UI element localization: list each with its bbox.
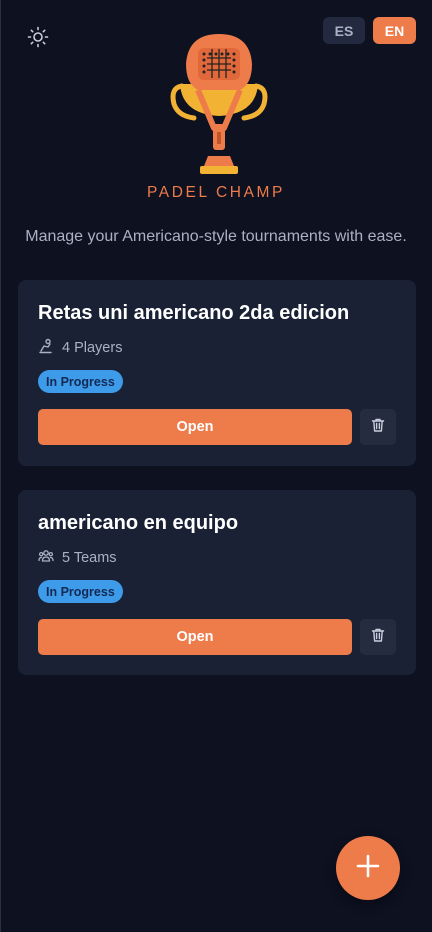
status-badge: In Progress — [38, 580, 123, 603]
window-edge — [0, 0, 1, 932]
team-icon — [38, 548, 62, 568]
participants-count: 5 Teams — [62, 550, 117, 566]
player-icon — [38, 338, 62, 358]
sun-icon[interactable] — [26, 25, 50, 49]
tournament-card: americano en equipo 5 Teams In Progress … — [18, 490, 416, 675]
trash-icon — [370, 627, 386, 648]
tournament-title: Retas uni americano 2da edicion — [38, 302, 350, 324]
language-es-button[interactable]: ES — [323, 17, 365, 44]
open-button[interactable]: Open — [38, 409, 352, 445]
brand-name: PADEL CHAMP — [147, 184, 285, 201]
participants-info: 4 Players — [38, 338, 122, 358]
status-badge: In Progress — [38, 370, 123, 393]
participants-count: 4 Players — [62, 340, 123, 356]
language-en-button[interactable]: EN — [373, 17, 416, 44]
delete-button[interactable] — [360, 409, 396, 445]
plus-icon — [355, 853, 381, 884]
open-button[interactable]: Open — [38, 619, 352, 655]
tagline: Manage your Americano-style tournaments … — [25, 228, 407, 245]
participants-info: 5 Teams — [38, 548, 117, 568]
delete-button[interactable] — [360, 619, 396, 655]
tournament-card: Retas uni americano 2da edicion 4 Player… — [18, 280, 416, 466]
tournament-title: americano en equipo — [38, 512, 239, 534]
padel-trophy-logo — [168, 32, 270, 177]
trash-icon — [370, 417, 386, 438]
add-tournament-button[interactable] — [336, 836, 400, 900]
